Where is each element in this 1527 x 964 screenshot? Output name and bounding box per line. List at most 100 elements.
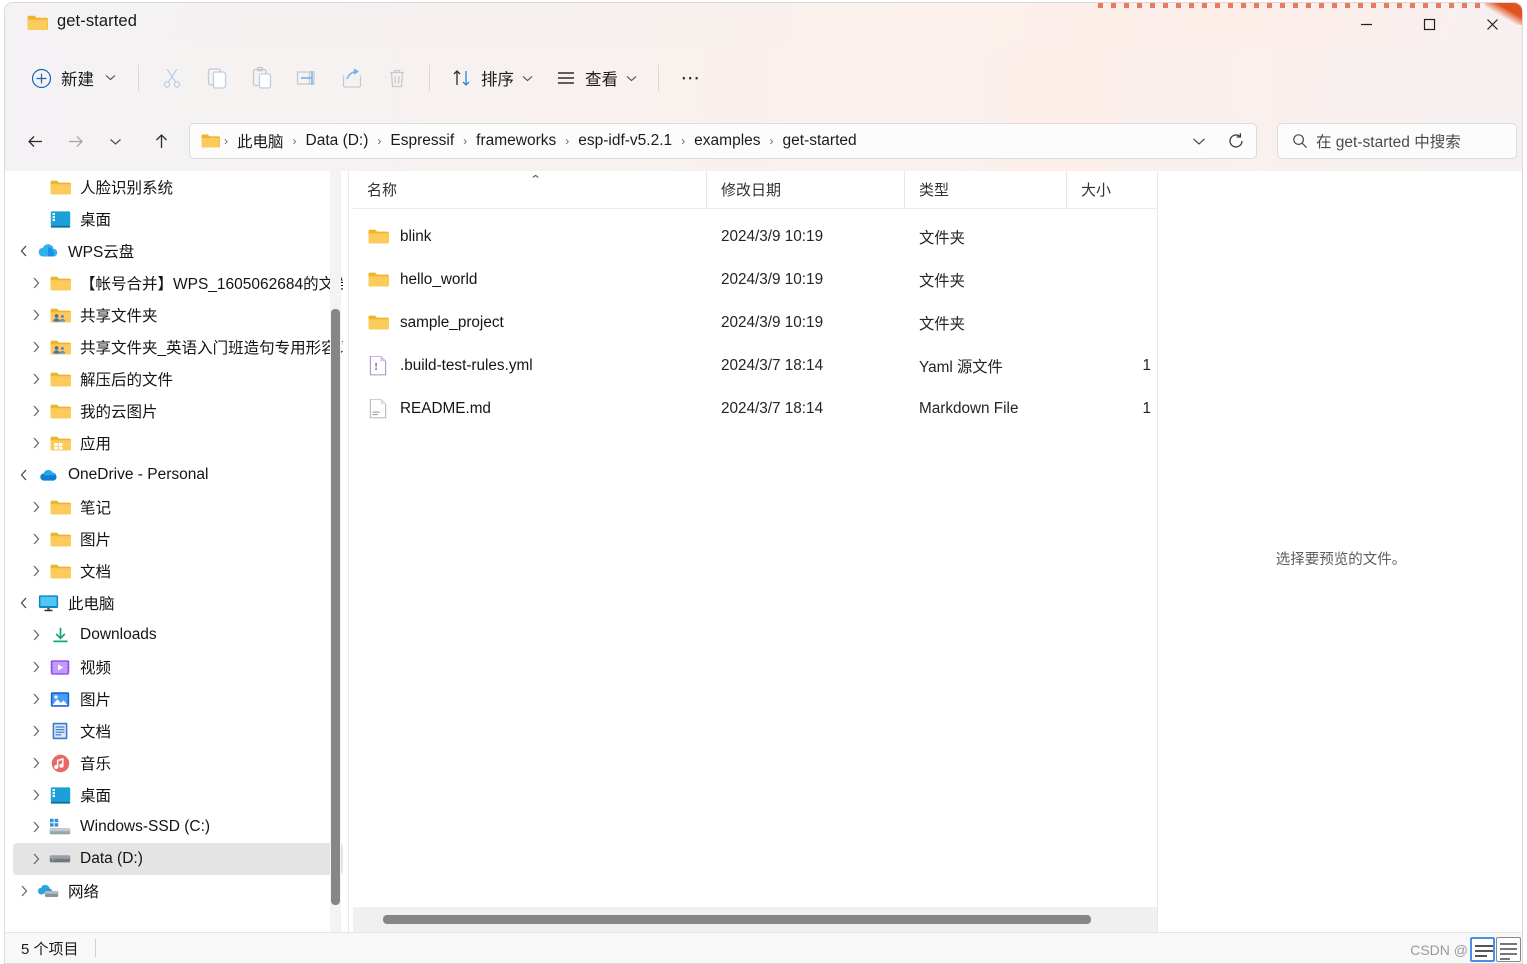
copy-button[interactable] bbox=[194, 58, 239, 98]
breadcrumb-item-0[interactable]: 此电脑 bbox=[230, 126, 291, 156]
sidebar-item-0[interactable]: 人脸识别系统 bbox=[13, 171, 343, 203]
sidebar-item-3[interactable]: 【帐号合并】WPS_1605062684的文档 bbox=[13, 267, 343, 299]
delete-button[interactable] bbox=[374, 58, 419, 98]
chevron-right-icon[interactable] bbox=[25, 784, 47, 806]
sidebar-item-8[interactable]: 应用 bbox=[13, 427, 343, 459]
sidebar-item-16[interactable]: 图片 bbox=[13, 683, 343, 715]
table-row[interactable]: sample_project 2024/3/9 10:19 文件夹 bbox=[353, 301, 1158, 344]
chevron-right-icon[interactable] bbox=[25, 400, 47, 422]
sidebar-item-4[interactable]: 共享文件夹 bbox=[13, 299, 343, 331]
breadcrumb-item-3[interactable]: frameworks bbox=[469, 128, 563, 154]
nav-scrollbar-thumb[interactable] bbox=[331, 309, 340, 905]
sidebar-item-11[interactable]: 图片 bbox=[13, 523, 343, 555]
sidebar-item-6[interactable]: 解压后的文件 bbox=[13, 363, 343, 395]
back-button[interactable] bbox=[17, 123, 53, 159]
file-list-hscrollbar-track[interactable] bbox=[353, 907, 1158, 932]
column-header-type[interactable]: 类型 bbox=[905, 170, 1067, 209]
sidebar-item-15[interactable]: 视频 bbox=[13, 651, 343, 683]
chevron-right-icon[interactable] bbox=[13, 880, 35, 902]
share-button[interactable] bbox=[329, 58, 374, 98]
chevron-right-icon[interactable] bbox=[25, 752, 47, 774]
sidebar-item-13[interactable]: 此电脑 bbox=[13, 587, 343, 619]
sidebar-item-12[interactable]: 文档 bbox=[13, 555, 343, 587]
file-list-hscrollbar-thumb[interactable] bbox=[383, 915, 1091, 924]
chevron-right-icon[interactable] bbox=[25, 304, 47, 326]
sidebar-item-21[interactable]: Data (D:) bbox=[13, 843, 343, 875]
breadcrumb-item-4[interactable]: esp-idf-v5.2.1 bbox=[571, 128, 679, 154]
chevron-down-icon[interactable] bbox=[13, 464, 35, 486]
sidebar-item-5[interactable]: 共享文件夹_英语入门班造句专用形容词 bbox=[13, 331, 343, 363]
chevron-down-icon[interactable] bbox=[13, 592, 35, 614]
copy-icon bbox=[207, 68, 226, 89]
forward-button[interactable] bbox=[57, 123, 93, 159]
plus-circle-icon bbox=[31, 68, 52, 88]
chevron-right-icon[interactable] bbox=[25, 720, 47, 742]
chevron-right-icon[interactable] bbox=[25, 496, 47, 518]
chevron-right-icon[interactable] bbox=[25, 688, 47, 710]
search-icon bbox=[1292, 133, 1308, 149]
column-header-date[interactable]: 修改日期 bbox=[707, 170, 905, 209]
chevron-right-icon[interactable] bbox=[25, 656, 47, 678]
sidebar-item-7[interactable]: 我的云图片 bbox=[13, 395, 343, 427]
sidebar-item-18[interactable]: 音乐 bbox=[13, 747, 343, 779]
nav-pane-divider[interactable] bbox=[348, 171, 349, 932]
table-row[interactable]: blink 2024/3/9 10:19 文件夹 bbox=[353, 215, 1158, 258]
sort-ascending-icon: ⌃ bbox=[529, 173, 542, 186]
chevron-right-icon[interactable] bbox=[25, 624, 47, 646]
chevron-right-icon[interactable] bbox=[25, 560, 47, 582]
new-button[interactable]: 新建 bbox=[23, 59, 128, 97]
sidebar-item-label: 共享文件夹 bbox=[80, 308, 158, 325]
chevron-right-icon[interactable] bbox=[25, 336, 47, 358]
chevron-right-icon[interactable] bbox=[25, 528, 47, 550]
address-dropdown-button[interactable] bbox=[1182, 125, 1216, 157]
chevron-right-icon[interactable] bbox=[25, 272, 47, 294]
refresh-button[interactable] bbox=[1219, 125, 1253, 157]
sidebar-item-9[interactable]: OneDrive - Personal bbox=[13, 459, 343, 491]
more-options-button[interactable]: ⋯ bbox=[669, 58, 713, 98]
up-button[interactable] bbox=[143, 123, 179, 159]
sidebar-item-22[interactable]: 网络 bbox=[13, 875, 343, 907]
view-button[interactable]: 查看 bbox=[544, 58, 648, 98]
search-box[interactable]: 在 get-started 中搜索 bbox=[1277, 123, 1517, 159]
documents-icon bbox=[49, 722, 71, 741]
breadcrumb-item-5[interactable]: examples bbox=[687, 128, 767, 154]
table-row[interactable]: ! .build-test-rules.yml 2024/3/7 18:14 Yaml… bbox=[353, 344, 1158, 387]
sidebar-item-label: 我的云图片 bbox=[80, 404, 158, 421]
breadcrumb-item-2[interactable]: Espressif bbox=[383, 128, 461, 154]
sidebar-item-2[interactable]: WPS云盘 bbox=[13, 235, 343, 267]
cut-button[interactable] bbox=[149, 58, 194, 98]
sidebar-item-20[interactable]: Windows-SSD (C:) bbox=[13, 811, 343, 843]
file-name-label: blink bbox=[400, 227, 432, 245]
yaml-file-icon: ! bbox=[367, 355, 389, 376]
column-header-size[interactable]: 大小 bbox=[1067, 171, 1157, 209]
chevron-right-icon[interactable] bbox=[25, 432, 47, 454]
rename-button[interactable] bbox=[284, 58, 329, 98]
chevron-right-icon[interactable] bbox=[25, 368, 47, 390]
chevron-down-icon[interactable] bbox=[13, 240, 35, 262]
table-row[interactable]: README.md 2024/3/7 18:14 Markdown File 1 bbox=[353, 387, 1158, 430]
sort-button[interactable]: 排序 bbox=[440, 58, 544, 98]
close-button[interactable] bbox=[1461, 3, 1522, 45]
view-chevron-down-icon bbox=[626, 69, 637, 87]
maximize-button[interactable] bbox=[1398, 3, 1461, 45]
trash-icon bbox=[389, 69, 404, 88]
sidebar-item-19[interactable]: 桌面 bbox=[13, 779, 343, 811]
chevron-right-icon[interactable] bbox=[25, 848, 47, 870]
minimize-button[interactable] bbox=[1335, 3, 1398, 45]
folder-icon bbox=[49, 370, 71, 389]
recent-locations-button[interactable] bbox=[97, 123, 133, 159]
table-row[interactable]: hello_world 2024/3/9 10:19 文件夹 bbox=[353, 258, 1158, 301]
column-header-name[interactable]: 名称 ⌃ bbox=[353, 170, 707, 209]
sidebar-item-14[interactable]: Downloads bbox=[13, 619, 343, 651]
search-input[interactable]: 在 get-started 中搜索 bbox=[1316, 130, 1461, 152]
sidebar-item-1[interactable]: 桌面 bbox=[13, 203, 343, 235]
chevron-right-icon[interactable] bbox=[25, 816, 47, 838]
arrow-right-icon bbox=[68, 135, 83, 147]
address-bar[interactable]: › 此电脑 › Data (D:) › Espressif › frameworks › esp-… bbox=[189, 123, 1257, 159]
breadcrumb-item-6[interactable]: get-started bbox=[776, 128, 864, 154]
sidebar-item-10[interactable]: 笔记 bbox=[13, 491, 343, 523]
sidebar-item-label: 共享文件夹_英语入门班造句专用形容词 bbox=[80, 340, 343, 357]
paste-button[interactable] bbox=[239, 58, 284, 98]
breadcrumb-item-1[interactable]: Data (D:) bbox=[299, 128, 376, 154]
sidebar-item-17[interactable]: 文档 bbox=[13, 715, 343, 747]
